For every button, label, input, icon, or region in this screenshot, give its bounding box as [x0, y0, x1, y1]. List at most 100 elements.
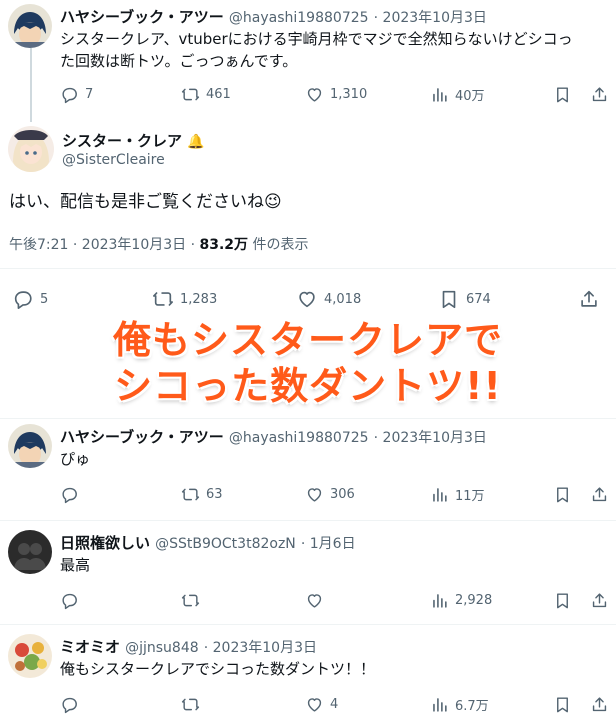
- main-reply-count: 5: [40, 291, 49, 307]
- avatar-hayashi[interactable]: [8, 4, 52, 48]
- like-button[interactable]: 1,310: [305, 85, 367, 104]
- like-button[interactable]: 306: [305, 485, 355, 504]
- heart-icon: [305, 485, 324, 504]
- retweet-button[interactable]: [181, 591, 200, 610]
- handle[interactable]: @hayashi19880725: [229, 430, 369, 446]
- overlay-caption-line-1: 俺もシスタークレアで: [112, 318, 503, 362]
- main-like-count: 4,018: [324, 291, 362, 307]
- display-name[interactable]: ミオミオ: [60, 638, 120, 656]
- avatar-default[interactable]: [8, 530, 52, 574]
- views-button[interactable]: 11万: [430, 485, 485, 504]
- reply-header: ミオミオ @jjnsu848 · 2023年10月3日: [60, 636, 317, 657]
- share-icon: [590, 695, 609, 714]
- display-name[interactable]: ハヤシーブック・アツー: [60, 428, 224, 446]
- reply-icon: [60, 695, 79, 714]
- views-button[interactable]: 6.7万: [430, 695, 489, 714]
- main-tweet-text: はい、配信も是非ご覧くださいね😉: [9, 190, 282, 214]
- share-button[interactable]: [590, 591, 609, 610]
- reply-icon: [60, 591, 79, 610]
- handle[interactable]: @jjnsu848: [125, 640, 199, 656]
- wink-emoji-icon: 😉: [264, 192, 282, 212]
- reply-button[interactable]: 7: [60, 85, 93, 104]
- avatar-hayashi[interactable]: [8, 424, 52, 468]
- share-icon: [590, 485, 609, 504]
- like-button[interactable]: 4: [305, 695, 338, 714]
- heart-icon: [305, 85, 324, 104]
- bookmark-icon: [438, 288, 460, 310]
- share-button[interactable]: [590, 85, 609, 104]
- share-button[interactable]: [590, 695, 609, 714]
- view-count: 2,928: [455, 593, 493, 608]
- retweet-button[interactable]: 63: [181, 485, 223, 504]
- reply-button[interactable]: [60, 591, 79, 610]
- tweet-header: ハヤシーブック・アツー @hayashi19880725 · 2023年10月3…: [60, 6, 487, 27]
- heart-icon: [305, 591, 324, 610]
- divider: [0, 624, 616, 625]
- main-tweet-time[interactable]: 午後7:21 · 2023年10月3日 ·: [9, 237, 200, 253]
- display-name[interactable]: 日照権欲しい: [60, 534, 150, 552]
- views-button[interactable]: 2,928: [430, 591, 492, 610]
- bookmark-icon: [553, 591, 572, 610]
- views-icon: [430, 591, 449, 610]
- views-icon: [430, 485, 449, 504]
- reply-button[interactable]: [60, 485, 79, 504]
- main-share-button[interactable]: [578, 288, 600, 310]
- retweet-count: 63: [206, 487, 223, 502]
- retweet-button[interactable]: [181, 695, 200, 714]
- heart-icon: [296, 288, 318, 310]
- share-icon: [590, 85, 609, 104]
- like-button[interactable]: [305, 591, 324, 610]
- bookmark-button[interactable]: [553, 85, 572, 104]
- handle[interactable]: @hayashi19880725: [229, 10, 369, 26]
- tweet-date[interactable]: · 1月6日: [301, 536, 356, 552]
- overlay-caption-line-2: シコった数ダントツ!!: [114, 364, 502, 408]
- views-button[interactable]: 40万: [430, 85, 485, 104]
- main-display-name[interactable]: シスター・クレア: [62, 132, 182, 150]
- like-count: 1,310: [330, 87, 368, 102]
- main-like-button[interactable]: 4,018: [296, 288, 361, 310]
- main-retweet-button[interactable]: 1,283: [152, 288, 217, 310]
- bookmark-button[interactable]: [553, 695, 572, 714]
- handle[interactable]: @SStB9OCt3t82ozN: [155, 536, 296, 552]
- bell-badge-icon: 🔔: [187, 134, 205, 150]
- bookmark-icon: [553, 485, 572, 504]
- main-views-label: 件の表示: [248, 237, 309, 253]
- reply-icon: [60, 485, 79, 504]
- main-tweet-body: はい、配信も是非ご覧くださいね: [9, 192, 264, 212]
- bookmark-button[interactable]: [553, 485, 572, 504]
- retweet-icon: [152, 288, 174, 310]
- divider: [0, 418, 616, 419]
- tweet-date[interactable]: · 2023年10月3日: [374, 10, 487, 26]
- tweet-text: シスタークレア、vtuberにおける宇崎月枠でマジで全然知らないけどシコっ た回…: [60, 28, 573, 72]
- tweet-text-line-1: シスタークレア、vtuberにおける宇崎月枠でマジで全然知らないけどシコっ: [60, 30, 573, 48]
- main-reply-button[interactable]: 5: [12, 288, 48, 310]
- main-bookmark-count: 674: [466, 291, 491, 307]
- divider: [0, 520, 616, 521]
- share-button[interactable]: [590, 485, 609, 504]
- reply-text: ぴゅ: [60, 450, 91, 468]
- views-icon: [430, 85, 449, 104]
- reply-text: 最高: [60, 556, 91, 574]
- reply-button[interactable]: [60, 695, 79, 714]
- display-name[interactable]: ハヤシーブック・アツー: [60, 8, 224, 26]
- tweet-text-line-2: た回数は断トツ。ごっつぁんです。: [60, 52, 298, 70]
- bookmark-icon: [553, 85, 572, 104]
- bookmark-button[interactable]: [553, 591, 572, 610]
- like-count: 306: [330, 487, 355, 502]
- avatar-sister-claire[interactable]: [8, 126, 54, 172]
- retweet-icon: [181, 695, 200, 714]
- retweet-button[interactable]: 461: [181, 85, 231, 104]
- tweet-date[interactable]: · 2023年10月3日: [204, 640, 317, 656]
- main-handle[interactable]: @SisterCleaire: [62, 152, 165, 168]
- avatar-miomio[interactable]: [8, 634, 52, 678]
- main-bookmark-button[interactable]: 674: [438, 288, 491, 310]
- thread-line: [30, 48, 32, 122]
- view-count: 6.7万: [455, 699, 489, 714]
- main-tweet-meta: 午後7:21 · 2023年10月3日 · 83.2万 件の表示: [9, 234, 309, 254]
- retweet-icon: [181, 485, 200, 504]
- tweet-date[interactable]: · 2023年10月3日: [374, 430, 487, 446]
- reply-count: 7: [85, 87, 94, 102]
- retweet-count: 461: [206, 87, 231, 102]
- retweet-icon: [181, 591, 200, 610]
- main-tweet-header: シスター・クレア 🔔: [62, 130, 205, 151]
